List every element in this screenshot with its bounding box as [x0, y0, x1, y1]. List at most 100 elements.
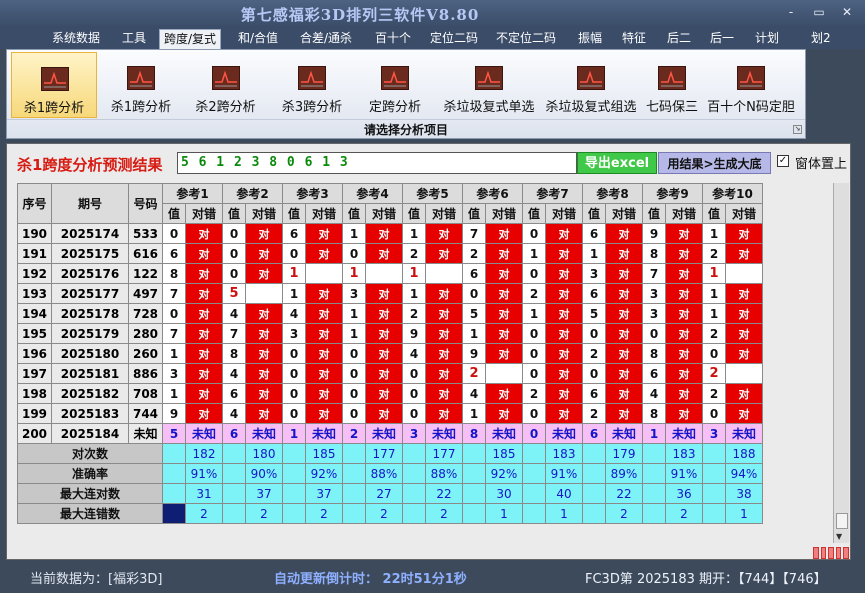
menu-item-8[interactable]: 不定位二码: [496, 29, 556, 49]
result-subheader: 对错: [245, 203, 283, 224]
scroll-down-icon[interactable]: ▼: [836, 532, 842, 541]
pred-seq: 200: [17, 423, 52, 444]
topmost-checkbox[interactable]: ✓: [777, 155, 789, 167]
ref-result: 对: [245, 403, 283, 424]
stats-spacer: [522, 443, 546, 464]
result-subheader: 对错: [725, 203, 763, 224]
stats-spacer: [702, 483, 726, 504]
stats-row: 最大连对数 31 37 37 27 22 30 40 22 36 38: [17, 483, 763, 504]
menu-item-1[interactable]: 系统数据: [52, 29, 100, 49]
menu-item-10[interactable]: 特征: [622, 29, 646, 49]
pred-result: 未知: [245, 423, 283, 444]
ribbon-button-4[interactable]: 杀3跨分析: [270, 52, 354, 118]
ref-result: 对: [365, 363, 403, 384]
ref-value: 7: [222, 323, 246, 344]
ribbon-button-8[interactable]: 七码保三: [642, 52, 702, 118]
ref-value: 0: [702, 403, 726, 424]
ref-value: 1: [702, 223, 726, 244]
stats-spacer: [642, 443, 666, 464]
generate-base-button[interactable]: 用结果>生成大底: [658, 152, 771, 174]
ref-value: 2: [582, 343, 606, 364]
ref-value: 0: [222, 263, 246, 284]
ref-result: 对: [185, 263, 223, 284]
result-subheader: 对错: [485, 203, 523, 224]
menu-item-5[interactable]: 合差/通杀: [300, 29, 352, 49]
ribbon-button-7[interactable]: 杀垃圾复式组选: [542, 52, 640, 118]
dialog-launcher-icon[interactable]: ↘: [793, 125, 802, 134]
row-seq: 190: [17, 223, 52, 244]
menu-item-6[interactable]: 百十个: [375, 29, 411, 49]
ribbon-button-2[interactable]: 杀1跨分析: [101, 52, 181, 118]
ref-value: 1: [702, 283, 726, 304]
ref-value: 0: [582, 363, 606, 384]
ref-result: 对: [425, 243, 463, 264]
ref-result: 对: [665, 343, 703, 364]
stats-value: 2: [365, 503, 403, 524]
value-subheader: 值: [702, 203, 726, 224]
table-row[interactable]: 198 2025182 708 1 对 6 对 0 对 0 对 0 对 4 对 2 对 6 对 4 对 2 对: [17, 383, 763, 404]
ref-value: 0: [342, 243, 366, 264]
table-row[interactable]: 190 2025174 533 0 对 0 对 6 对 1 对 1 对 7 对 0 对 6 对 9 对 1 对: [17, 223, 763, 244]
ref-value: 9: [162, 403, 186, 424]
table-row[interactable]: 195 2025179 280 7 对 7 对 3 对 1 对 9 对 1 对 0 对 0 对 0 对 2 对: [17, 323, 763, 344]
menu-item-11[interactable]: 后二: [667, 29, 691, 49]
chart-icon: [658, 66, 686, 90]
ref-result: 对: [365, 223, 403, 244]
table-row[interactable]: 192 2025176 122 8 对 0 对 1 1 1 6 对 0 对 3 对 7 对 1: [17, 263, 763, 284]
scrollbar-thumb[interactable]: [836, 513, 848, 529]
ribbon-button-1[interactable]: 杀1跨分析: [11, 52, 97, 118]
menu-item-3[interactable]: 跨度/复式: [159, 29, 222, 49]
row-period: 2025175: [51, 243, 129, 264]
menu-item-9[interactable]: 振幅: [578, 29, 602, 49]
ref-value: 0: [282, 383, 306, 404]
ref-header-3: 参考3: [282, 183, 343, 204]
prediction-row[interactable]: 200 2025184 未知 5 未知 6 未知 1 未知 2 未知 3 未知 8 未知 0 未知 6 未知 1 未知 3…: [17, 423, 763, 444]
maximize-button[interactable]: ▭: [806, 4, 832, 20]
ref-result: 对: [185, 303, 223, 324]
pred-result: 未知: [365, 423, 403, 444]
close-button[interactable]: ✕: [834, 4, 860, 20]
ref-result: [485, 363, 523, 384]
menu-item-12[interactable]: 后一: [710, 29, 734, 49]
row-seq: 196: [17, 343, 52, 364]
table-row[interactable]: 191 2025175 616 6 对 0 对 0 对 0 对 2 对 2 对 1 对 1 对 8 对 2 对: [17, 243, 763, 264]
ref-result: 对: [545, 223, 583, 244]
ribbon-button-6[interactable]: 杀垃圾复式单选: [437, 52, 541, 118]
menu-item-2[interactable]: 工具: [122, 29, 146, 49]
export-excel-button[interactable]: 导出excel: [577, 152, 657, 174]
table-row[interactable]: 196 2025180 260 1 对 8 对 0 对 0 对 4 对 9 对 0 对 2 对 8 对 0 对: [17, 343, 763, 364]
ref-result: 对: [305, 323, 343, 344]
table-row[interactable]: 194 2025178 728 0 对 4 对 4 对 1 对 2 对 5 对 1 对 5 对 3 对 1 对: [17, 303, 763, 324]
ref-result: 对: [485, 343, 523, 364]
ref-result: 对: [605, 263, 643, 284]
minimize-button[interactable]: -: [778, 4, 804, 20]
stats-spacer: [282, 463, 306, 484]
vertical-scrollbar[interactable]: ▼: [833, 183, 849, 543]
stats-spacer: [222, 463, 246, 484]
value-subheader: 值: [282, 203, 306, 224]
table-row[interactable]: 197 2025181 886 3 对 4 对 0 对 0 对 0 对 2 0 对 0 对 6 对 2: [17, 363, 763, 384]
ribbon-button-3[interactable]: 杀2跨分析: [184, 52, 267, 118]
menu-item-4[interactable]: 和/合值: [238, 29, 278, 49]
ref-result: 对: [185, 383, 223, 404]
ribbon-button-5[interactable]: 定跨分析: [355, 52, 435, 118]
ref-result: 对: [185, 243, 223, 264]
ribbon-button-9[interactable]: 百十个N码定胆: [705, 52, 797, 118]
stats-value: 177: [425, 443, 463, 464]
ref-result: 对: [305, 403, 343, 424]
topmost-label: 窗体置上: [795, 157, 848, 172]
ref-result: 对: [665, 403, 703, 424]
value-subheader: 值: [402, 203, 426, 224]
ref-value: 6: [462, 263, 486, 284]
menu-item-14[interactable]: 划2: [811, 29, 831, 49]
menu-item-7[interactable]: 定位二码: [430, 29, 478, 49]
table-row[interactable]: 199 2025183 744 9 对 4 对 0 对 0 对 0 对 1 对 0 对 2 对 8 对 0 对: [17, 403, 763, 424]
stats-value: 2: [425, 503, 463, 524]
menu-item-13[interactable]: 计划: [755, 29, 779, 49]
stats-value: 1: [545, 503, 583, 524]
prediction-field[interactable]: 5 6 1 2 3 8 0 6 1 3: [177, 152, 577, 174]
row-period: 2025176: [51, 263, 129, 284]
result-subheader: 对错: [185, 203, 223, 224]
ref-result: 对: [365, 343, 403, 364]
table-row[interactable]: 193 2025177 497 7 对 5 1 对 3 对 1 对 0 对 2 对 6 对 3 对 1 对: [17, 283, 763, 304]
